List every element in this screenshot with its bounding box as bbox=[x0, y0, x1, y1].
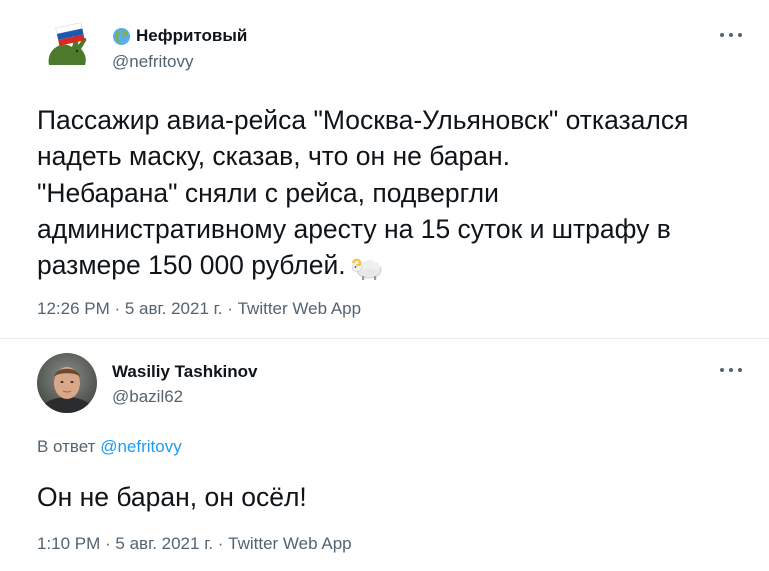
author-name: Нефритовый bbox=[136, 26, 248, 45]
tweet-text-line-content: размере 150 000 рублей. bbox=[37, 250, 346, 281]
ram-icon bbox=[351, 258, 382, 281]
tweet-text: Он не баран, он осёл! bbox=[37, 482, 307, 512]
reply-to-handle-link[interactable]: @nefritovy bbox=[100, 437, 182, 456]
author-name-row[interactable]: Wasiliy Tashkinov bbox=[112, 362, 258, 382]
tweet-text: Пассажир авиа-рейса "Москва-Ульяновск" о… bbox=[37, 102, 757, 283]
avatar-nefritovy[interactable] bbox=[37, 17, 97, 77]
rabbit-flag-avatar-icon bbox=[37, 17, 97, 77]
tweet-meta[interactable]: 1:10 PM · 5 авг. 2021 г. · Twitter Web A… bbox=[37, 534, 352, 554]
tweet-main: Нефритовый @nefritovy Пассажир авиа-рейс… bbox=[0, 0, 769, 339]
reply-to: В ответ @nefritovy bbox=[37, 437, 182, 457]
reply-to-label: В ответ bbox=[37, 437, 96, 456]
avatar-bazil62[interactable] bbox=[37, 353, 97, 413]
person-photo-avatar-icon bbox=[37, 353, 97, 413]
tweet-text-line: надеть маску, сказав, что он не баран. bbox=[37, 141, 510, 172]
more-options-icon[interactable] bbox=[720, 30, 742, 40]
tweet-text-line: "Небарана" сняли с рейса, подвергли bbox=[37, 177, 499, 208]
tweet-text-line: административному аресту на 15 суток и ш… bbox=[37, 213, 671, 244]
author-handle[interactable]: @nefritovy bbox=[112, 52, 194, 72]
tweet-text-line: Пассажир авиа-рейса "Москва-Ульяновск" о… bbox=[37, 105, 689, 135]
author-name-row[interactable]: Нефритовый bbox=[112, 26, 247, 46]
tweet-meta[interactable]: 12:26 PM · 5 авг. 2021 г. · Twitter Web … bbox=[37, 299, 361, 319]
author-handle[interactable]: @bazil62 bbox=[112, 387, 183, 407]
more-options-icon[interactable] bbox=[720, 365, 742, 375]
globe-americas-icon bbox=[112, 27, 131, 45]
tweet-reply: Wasiliy Tashkinov @bazil62 В ответ @nefr… bbox=[0, 339, 769, 571]
author-name: Wasiliy Tashkinov bbox=[112, 362, 258, 381]
tweet-text-line-last: размере 150 000 рублей. bbox=[37, 247, 757, 283]
